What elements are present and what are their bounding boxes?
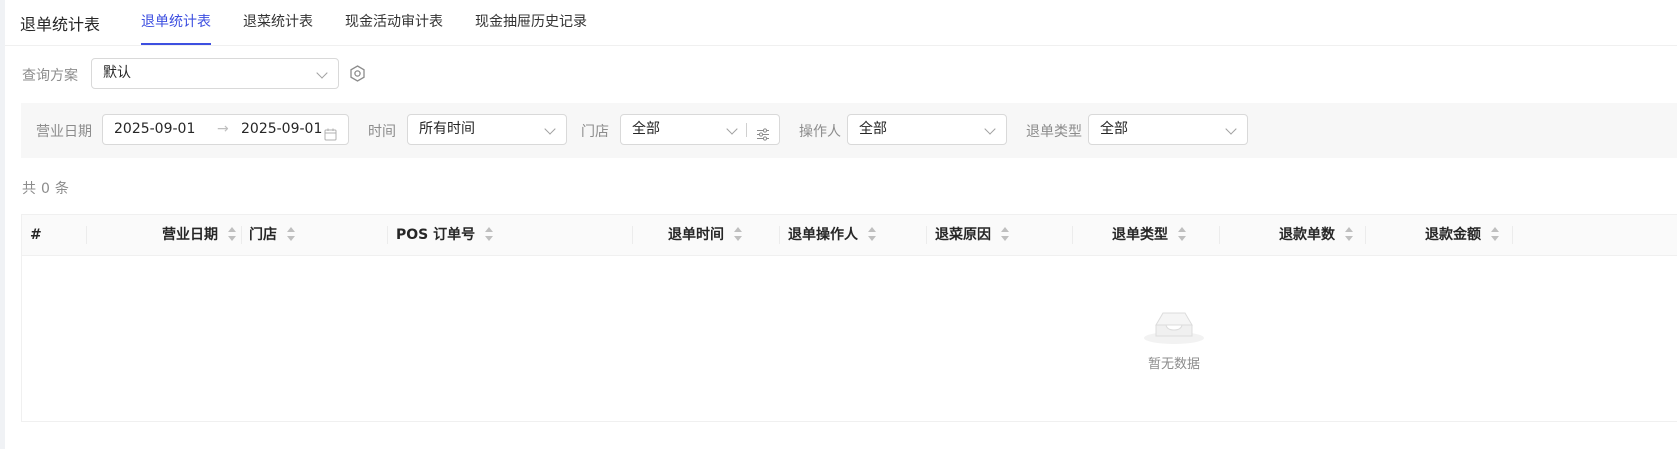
sort-icon[interactable]: [868, 227, 876, 241]
time-select-value: 所有时间: [419, 121, 475, 137]
column-separator: [241, 226, 242, 244]
column-header-business-date[interactable]: 营业日期: [86, 215, 236, 255]
column-header-refund-order-count[interactable]: 退款单数: [1219, 215, 1353, 255]
header: 退单统计表 退单统计表 退菜统计表 现金活动审计表 现金抽屉历史记录: [5, 0, 1677, 46]
column-header-index: #: [30, 227, 42, 243]
chevron-down-icon: [984, 123, 996, 135]
record-count-prefix: 共: [22, 181, 36, 197]
column-header-refund-type[interactable]: 退单类型: [1072, 215, 1186, 255]
tab-dish-return-stats[interactable]: 退菜统计表: [243, 0, 313, 45]
tab-cash-drawer-history[interactable]: 现金抽屉历史记录: [475, 0, 587, 45]
query-scheme-select[interactable]: 默认: [91, 58, 339, 89]
query-scheme-label: 查询方案: [22, 68, 78, 84]
refund-table: # 营业日期 门店 POS 订单号 退单时间 退单操作人 退菜原因 退单类型 退…: [21, 214, 1677, 422]
sort-icon[interactable]: [228, 227, 236, 241]
page-title: 退单统计表: [20, 15, 101, 34]
column-separator: [926, 226, 927, 244]
time-label: 时间: [368, 124, 396, 140]
date-end[interactable]: 2025-09-01: [241, 115, 322, 144]
refund-type-select[interactable]: 全部: [1088, 114, 1248, 145]
settings-icon[interactable]: [349, 65, 366, 86]
record-count-suffix: 条: [54, 181, 69, 197]
sort-icon[interactable]: [734, 227, 742, 241]
record-count-value: 0: [41, 181, 50, 197]
chevron-down-icon: [544, 123, 556, 135]
column-separator: [779, 226, 780, 244]
empty-text: 暂无数据: [1147, 357, 1200, 372]
sort-icon[interactable]: [1178, 227, 1186, 241]
calendar-icon: [324, 123, 337, 152]
tab-bar: 退单统计表 退菜统计表 现金活动审计表 现金抽屉历史记录: [141, 0, 619, 45]
sort-icon[interactable]: [1491, 227, 1499, 241]
empty-state: 暂无数据: [1139, 303, 1209, 372]
column-separator: [1512, 226, 1513, 244]
column-header-refund-operator[interactable]: 退单操作人: [788, 215, 876, 255]
sort-icon[interactable]: [485, 227, 494, 241]
time-select[interactable]: 所有时间: [407, 114, 567, 145]
store-select-value: 全部: [632, 121, 660, 137]
record-count: 共0条: [22, 178, 74, 198]
chevron-down-icon: [1225, 123, 1237, 135]
operator-select-value: 全部: [859, 121, 887, 137]
column-header-refund-time[interactable]: 退单时间: [632, 215, 742, 255]
column-header-dish-return-reason[interactable]: 退菜原因: [935, 215, 1009, 255]
refund-type-label: 退单类型: [1026, 124, 1082, 140]
tab-refund-stats[interactable]: 退单统计表: [141, 0, 211, 45]
sort-icon[interactable]: [1001, 227, 1009, 241]
tab-cash-activity-audit[interactable]: 现金活动审计表: [345, 0, 443, 45]
store-select[interactable]: 全部: [620, 114, 780, 145]
column-header-pos-order-no[interactable]: POS 订单号: [396, 215, 494, 255]
date-range-picker[interactable]: 2025-09-01 → 2025-09-01: [102, 114, 349, 145]
filter-bar: 营业日期 2025-09-01 → 2025-09-01 时间 所有时间 门店 …: [21, 103, 1677, 158]
business-date-label: 营业日期: [36, 124, 92, 140]
refund-type-select-value: 全部: [1100, 121, 1128, 137]
column-separator: [387, 226, 388, 244]
filter-settings-icon[interactable]: [756, 123, 770, 152]
table-header: # 营业日期 门店 POS 订单号 退单时间 退单操作人 退菜原因 退单类型 退…: [22, 215, 1677, 256]
empty-inbox-icon: [1144, 312, 1204, 344]
store-label: 门店: [581, 124, 609, 140]
divider: [746, 123, 747, 137]
date-start[interactable]: 2025-09-01: [114, 121, 195, 137]
operator-select[interactable]: 全部: [847, 114, 1007, 145]
column-header-store[interactable]: 门店: [249, 215, 295, 255]
query-scheme-value: 默认: [103, 65, 131, 81]
date-range-arrow: →: [217, 121, 229, 137]
operator-label: 操作人: [799, 124, 841, 140]
sort-icon[interactable]: [287, 227, 295, 241]
app-window: 退单统计表 退单统计表 退菜统计表 现金活动审计表 现金抽屉历史记录 查询方案 …: [5, 0, 1677, 449]
chevron-down-icon: [726, 123, 738, 135]
chevron-down-icon: [316, 67, 328, 79]
column-header-refund-amount[interactable]: 退款金额: [1365, 215, 1499, 255]
sort-icon[interactable]: [1345, 227, 1353, 241]
